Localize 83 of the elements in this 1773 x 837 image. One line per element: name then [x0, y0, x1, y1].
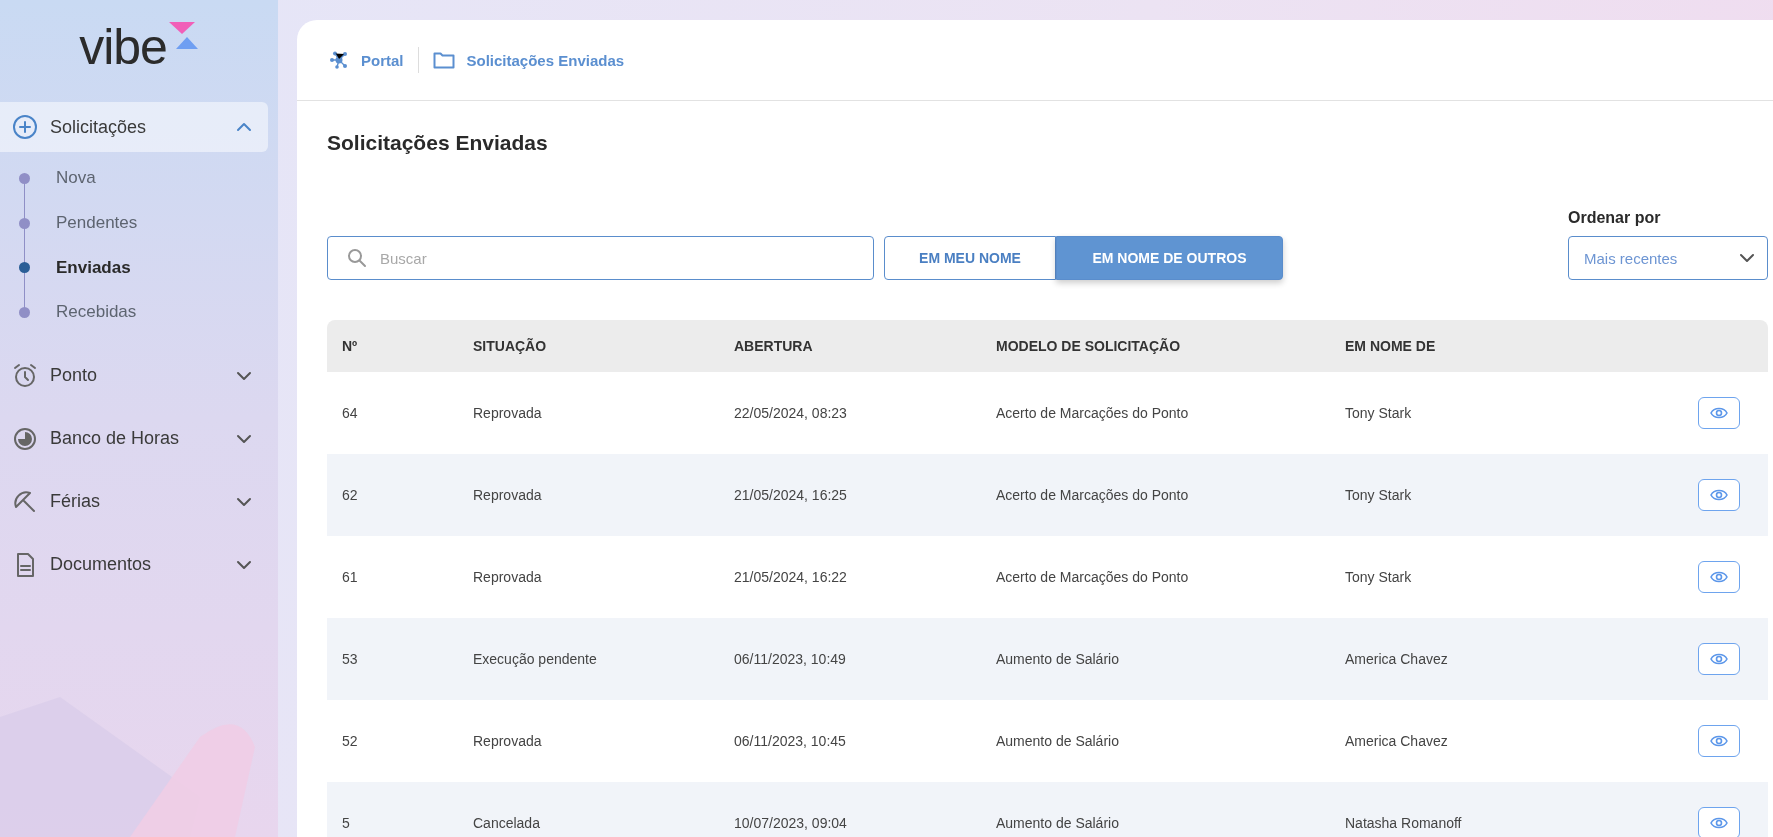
- alarm-clock-icon: [12, 362, 38, 389]
- chevron-icon: [1739, 253, 1755, 263]
- table-cell-text: Aumento de Salário: [996, 815, 1120, 831]
- sort-label: Ordenar por: [1568, 209, 1662, 227]
- view-button[interactable]: [1698, 807, 1740, 837]
- table-cell-text: Reprovada: [473, 569, 543, 585]
- section-label: Férias: [50, 491, 101, 513]
- sidebar-item[interactable]: Recebidas: [19, 290, 137, 335]
- table-cell-text: Acerto de Marcações do Ponto: [996, 569, 1190, 585]
- breadcrumb-link[interactable]: Solicitações Enviadas: [466, 51, 625, 69]
- section-label: Ponto: [50, 365, 99, 387]
- table-cell-text: Reprovada: [473, 405, 543, 421]
- filter-tab[interactable]: EM MEU NOME: [884, 236, 1056, 280]
- search-icon: [347, 248, 367, 268]
- table-cell-text: Execução pendente: [473, 651, 598, 667]
- chevron-icon: [236, 122, 252, 132]
- sidebar-item[interactable]: Pendentes: [19, 200, 138, 246]
- sidebar-item[interactable]: Enviadas: [19, 245, 131, 291]
- table-cell-text: Tony Stark: [1345, 569, 1413, 585]
- table-cell-text: 52: [342, 733, 359, 749]
- section-label: Banco de Horas: [50, 428, 181, 450]
- table-cell-text: America Chavez: [1345, 651, 1449, 667]
- view-button[interactable]: [1698, 397, 1740, 429]
- view-button[interactable]: [1698, 561, 1740, 593]
- table-cell-text: 21/05/2024, 16:25: [734, 487, 848, 503]
- folder-icon: [432, 51, 455, 69]
- table-cell-text: 21/05/2024, 16:22: [734, 569, 848, 585]
- filter-tab[interactable]: EM NOME DE OUTROS: [1056, 236, 1283, 280]
- view-button[interactable]: [1698, 725, 1740, 757]
- eye-icon: [1710, 652, 1728, 666]
- eye-icon: [1710, 734, 1728, 748]
- page-title: Solicitações Enviadas: [327, 130, 549, 156]
- table-cell-text: Reprovada: [473, 487, 543, 503]
- column-header: SITUAÇÃO: [473, 338, 548, 354]
- sidebar-section[interactable]: Solicitações: [0, 102, 268, 152]
- table-cell-text: 62: [342, 487, 359, 503]
- umbrella-icon: [12, 488, 38, 515]
- table-cell-text: America Chavez: [1345, 733, 1449, 749]
- table-cell-text: 61: [342, 569, 359, 585]
- table-cell-text: 22/05/2024, 08:23: [734, 405, 848, 421]
- sidebar-section[interactable]: Férias: [0, 476, 268, 527]
- column-header: MODELO DE SOLICITAÇÃO: [996, 338, 1182, 354]
- view-button[interactable]: [1698, 643, 1740, 675]
- eye-icon: [1710, 488, 1728, 502]
- column-header: EM NOME DE: [1345, 338, 1437, 354]
- table-cell-text: Acerto de Marcações do Ponto: [996, 487, 1190, 503]
- table-cell-text: 10/07/2023, 09:04: [734, 815, 848, 831]
- section-label: Solicitações: [50, 116, 148, 138]
- table-cell-text: 64: [342, 405, 359, 421]
- table-cell-text: Aumento de Salário: [996, 651, 1120, 667]
- table-cell-text: 06/11/2023, 10:45: [734, 733, 847, 749]
- sidebar-section[interactable]: Banco de Horas: [0, 413, 268, 464]
- eye-icon: [1710, 406, 1728, 420]
- table-cell-text: Tony Stark: [1345, 405, 1413, 421]
- plus-circle-icon: [12, 114, 38, 140]
- chevron-icon: [236, 433, 252, 444]
- column-header: ABERTURA: [734, 338, 814, 354]
- column-header: Nº: [342, 338, 359, 354]
- table-cell-text: Tony Stark: [1345, 487, 1413, 503]
- eye-icon: [1710, 816, 1728, 830]
- section-label: Documentos: [50, 554, 153, 576]
- view-button[interactable]: [1698, 479, 1740, 511]
- table-cell-text: Reprovada: [473, 733, 543, 749]
- breadcrumb-link[interactable]: Portal: [361, 51, 404, 69]
- chevron-icon: [236, 559, 252, 570]
- table-cell-text: Cancelada: [473, 815, 541, 831]
- table-cell-text: Natasha Romanoff: [1345, 815, 1463, 831]
- eye-icon: [1710, 570, 1728, 584]
- chevron-icon: [236, 370, 252, 381]
- table-cell-text: Acerto de Marcações do Ponto: [996, 405, 1190, 421]
- table-cell-text: 53: [342, 651, 359, 667]
- chevron-icon: [236, 496, 252, 507]
- sort-select[interactable]: Mais recentes: [1568, 236, 1768, 280]
- sidebar-section[interactable]: Documentos: [0, 539, 268, 590]
- table-cell-text: 5: [342, 815, 351, 831]
- sidebar-section[interactable]: Ponto: [0, 350, 268, 401]
- search-field[interactable]: Buscar: [327, 236, 874, 280]
- table-cell-text: 06/11/2023, 10:49: [734, 651, 847, 667]
- logo-text: vibe: [79, 22, 167, 72]
- table-cell-text: Aumento de Salário: [996, 733, 1120, 749]
- sidebar-item[interactable]: Nova: [19, 156, 96, 201]
- network-icon: [329, 51, 349, 69]
- pie-chart-icon: [12, 425, 38, 452]
